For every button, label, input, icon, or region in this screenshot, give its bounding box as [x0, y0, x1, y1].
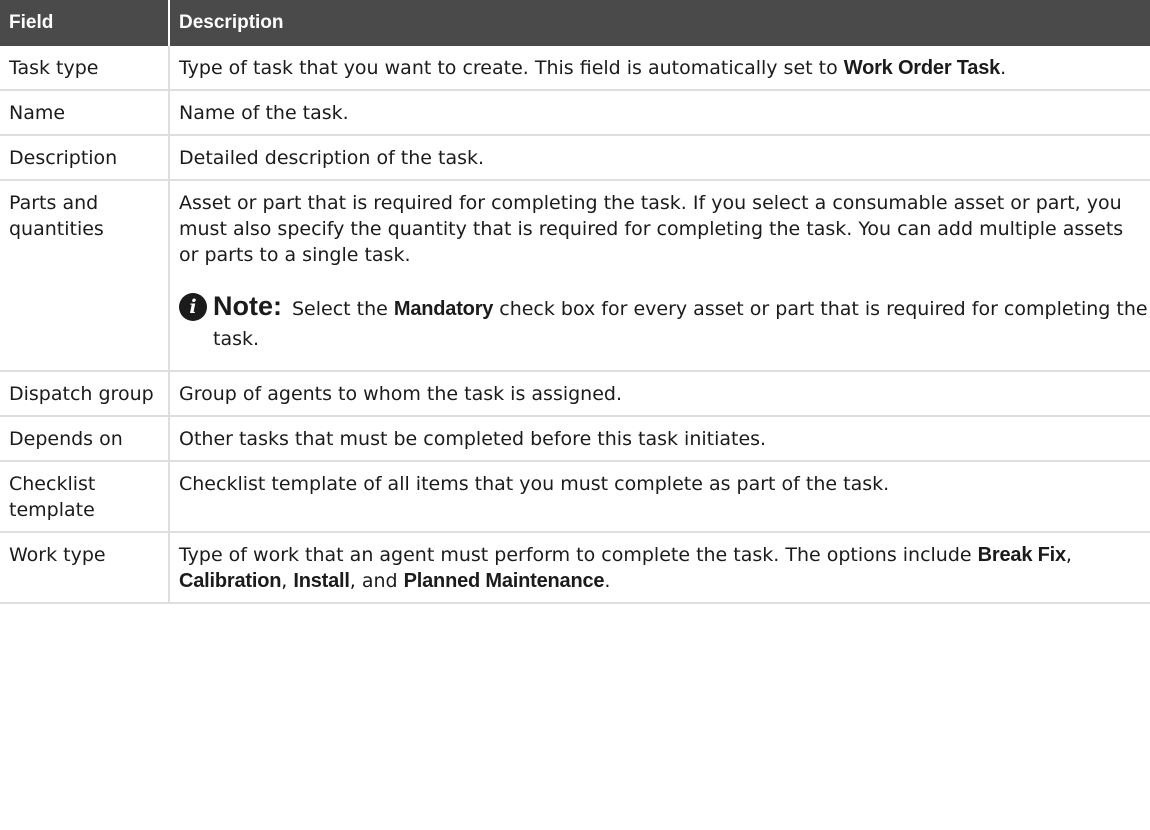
note-title: Note: — [213, 291, 282, 321]
table-row: Work type Type of work that an agent mus… — [0, 532, 1150, 604]
description-text: , and — [349, 570, 404, 592]
description-text: , — [1065, 544, 1072, 566]
description-text: , — [281, 570, 294, 592]
description-text: . — [1000, 57, 1007, 79]
description-text: Asset or part that is required for compl… — [179, 192, 1124, 266]
field-description: Checklist template of all items that you… — [168, 461, 1150, 533]
table-row: Description Detailed description of the … — [0, 135, 1150, 181]
note-callout: i Note: Select the Mandatory check box fo… — [179, 291, 1148, 354]
field-description: Name of the task. — [168, 90, 1150, 136]
bold-term: Mandatory — [393, 298, 494, 320]
table-header-row: Field Description — [0, 0, 1150, 46]
table-row: Name Name of the task. — [0, 90, 1150, 136]
description-text: Type of task that you want to create. Th… — [179, 57, 844, 79]
field-description: Other tasks that must be completed befor… — [168, 416, 1150, 462]
field-description: Type of task that you want to create. Th… — [168, 46, 1150, 91]
table-row: Parts and quantities Asset or part that … — [0, 180, 1150, 372]
field-name: Checklist template — [0, 461, 169, 533]
table-row: Task type Type of task that you want to … — [0, 46, 1150, 91]
bold-term: Planned Maintenance — [403, 570, 605, 592]
field-name: Task type — [0, 46, 169, 91]
table-row: Depends on Other tasks that must be comp… — [0, 416, 1150, 462]
header-field: Field — [0, 0, 169, 46]
field-name: Depends on — [0, 416, 169, 462]
field-name: Description — [0, 135, 169, 181]
field-name: Parts and quantities — [0, 180, 169, 372]
note-text: Select the — [292, 298, 394, 320]
field-name: Name — [0, 90, 169, 136]
header-description: Description — [168, 0, 1150, 46]
bold-term: Work Order Task — [843, 57, 1001, 79]
field-description: Group of agents to whom the task is assi… — [168, 371, 1150, 417]
table-row: Checklist template Checklist template of… — [0, 461, 1150, 533]
field-description: Asset or part that is required for compl… — [168, 180, 1150, 372]
description-text: Type of work that an agent must perform … — [179, 544, 978, 566]
table-row: Dispatch group Group of agents to whom t… — [0, 371, 1150, 417]
bold-term: Calibration — [179, 570, 282, 592]
bold-term: Break Fix — [977, 544, 1066, 566]
field-description: Type of work that an agent must perform … — [168, 532, 1150, 604]
field-name: Work type — [0, 532, 169, 604]
field-description-table: Field Description Task type Type of task… — [0, 0, 1150, 604]
info-icon: i — [179, 293, 207, 321]
field-description: Detailed description of the task. — [168, 135, 1150, 181]
field-name: Dispatch group — [0, 371, 169, 417]
bold-term: Install — [293, 570, 350, 592]
description-text: . — [604, 570, 611, 592]
